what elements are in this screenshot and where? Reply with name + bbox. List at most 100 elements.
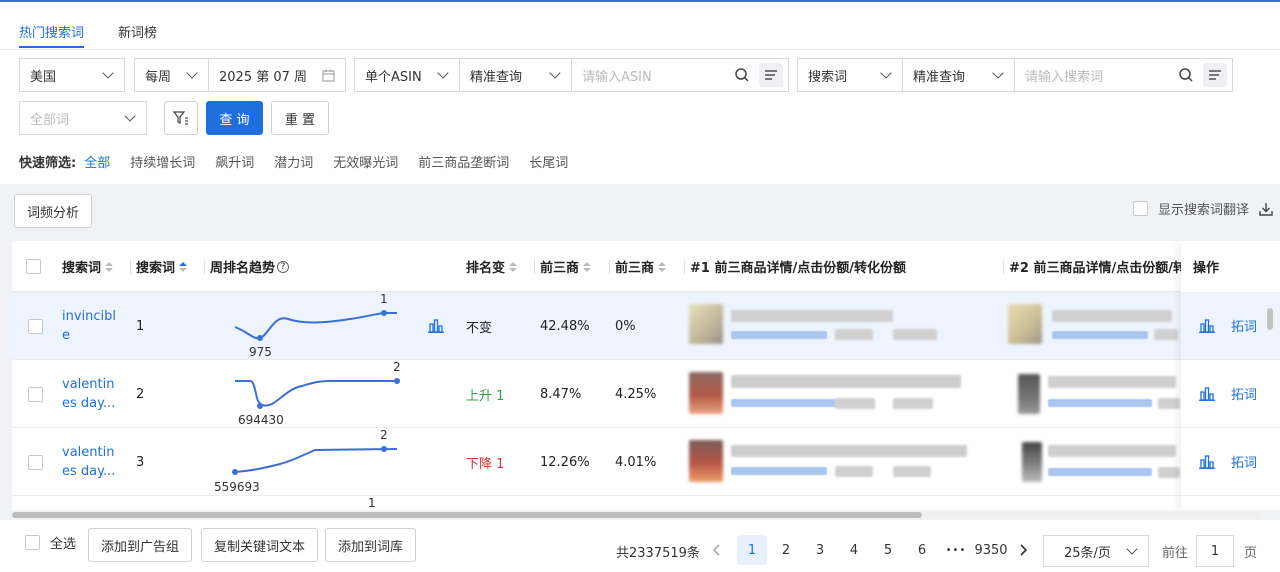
- chevron-down-icon: [549, 67, 561, 79]
- quick-filter-invalid-exposure[interactable]: 无效曝光词: [333, 152, 398, 171]
- chevron-down-icon: [437, 67, 449, 79]
- help-icon[interactable]: ?: [277, 260, 290, 273]
- asin-input[interactable]: 请输入ASIN: [571, 58, 789, 92]
- term-match-select[interactable]: 精准查询: [902, 58, 1015, 92]
- week-picker[interactable]: 2025 第 07 周: [208, 58, 346, 92]
- row-checkbox[interactable]: [28, 428, 43, 496]
- search-term-link[interactable]: valentines day...: [62, 375, 122, 413]
- batch-input-button[interactable]: [759, 63, 783, 87]
- trend-chart-button[interactable]: [428, 292, 444, 360]
- add-to-ad-group-button[interactable]: 添加到广告组: [88, 528, 193, 562]
- top2-product-detail[interactable]: [1008, 440, 1181, 486]
- advanced-filter-button[interactable]: [164, 101, 198, 135]
- country-select[interactable]: 美国: [19, 58, 125, 92]
- top2-product-detail[interactable]: [1008, 304, 1181, 350]
- row-checkbox[interactable]: [28, 360, 43, 428]
- quick-filter-top3-monopoly[interactable]: 前三商品垄断词: [418, 152, 509, 171]
- term-mode-value: 搜索词: [808, 69, 848, 85]
- page-button[interactable]: 6: [907, 535, 937, 565]
- search-term-link[interactable]: invincible: [62, 307, 122, 345]
- sort-icon[interactable]: [583, 261, 592, 272]
- batch-input-button[interactable]: [1203, 63, 1227, 87]
- row-checkbox[interactable]: [28, 292, 43, 360]
- chevron-left-icon[interactable]: [712, 544, 722, 556]
- col-term-rank-label: 搜索词: [136, 261, 176, 276]
- download-icon[interactable]: [1259, 202, 1273, 216]
- col-term-rank[interactable]: 搜索词: [130, 241, 188, 292]
- vertical-scrollbar-thumb[interactable]: [1267, 308, 1273, 330]
- table-row[interactable]: valentines day... 2 694430 2 上升 1 8.47% …: [12, 360, 1280, 428]
- period-select[interactable]: 每周: [134, 58, 209, 92]
- chevron-right-icon[interactable]: [1018, 544, 1028, 556]
- word-frequency-button[interactable]: 词频分析: [14, 194, 92, 228]
- table-row[interactable]: valentines day... 3 559693 2 下降 1 12.26%…: [12, 428, 1280, 496]
- translation-checkbox[interactable]: [1133, 201, 1148, 216]
- bar-chart-icon[interactable]: [1199, 454, 1215, 469]
- asin-mode-value: 单个ASIN: [365, 69, 422, 85]
- top1-product-detail[interactable]: [689, 372, 979, 418]
- term-category-select[interactable]: 全部词: [19, 101, 147, 135]
- horizontal-scrollbar[interactable]: [12, 512, 1262, 518]
- quick-filter-soaring[interactable]: 飙升词: [215, 152, 254, 171]
- quick-filter-growing[interactable]: 持续增长词: [130, 152, 195, 171]
- select-all-checkbox[interactable]: [25, 535, 40, 550]
- top2-product-detail[interactable]: [1008, 372, 1181, 418]
- col-top3-click-label: 前三商: [540, 261, 580, 276]
- quick-filter-label: 快速筛选:: [19, 156, 77, 171]
- term-mode-select[interactable]: 搜索词: [797, 58, 903, 92]
- bar-chart-icon[interactable]: [1199, 318, 1215, 333]
- page-button-last[interactable]: 9350: [972, 535, 1010, 565]
- goto-page-input[interactable]: 1: [1196, 535, 1234, 567]
- tab-divider: [0, 49, 1280, 50]
- tab-new-terms[interactable]: 新词榜: [118, 22, 157, 48]
- horizontal-scrollbar-thumb[interactable]: [12, 512, 922, 518]
- asin-mode-select[interactable]: 单个ASIN: [354, 58, 460, 92]
- add-to-library-button[interactable]: 添加到词库: [325, 528, 417, 562]
- expand-keyword-link[interactable]: 拓词: [1231, 316, 1257, 335]
- select-all[interactable]: 全选: [25, 533, 76, 552]
- query-button[interactable]: 查 询: [206, 101, 263, 135]
- asin-match-select[interactable]: 精准查询: [459, 58, 572, 92]
- vertical-scrollbar[interactable]: [1267, 296, 1273, 506]
- page-size-select[interactable]: 25条/页: [1043, 535, 1149, 567]
- sort-icon[interactable]: [509, 261, 518, 272]
- copy-keywords-button[interactable]: 复制关键词文本: [201, 528, 319, 562]
- col-top3-click[interactable]: 前三商: [534, 241, 592, 292]
- page-button[interactable]: 5: [873, 535, 903, 565]
- tab-bar: 热门搜索词 新词榜: [19, 22, 157, 48]
- translation-toggle[interactable]: 显示搜索词翻译: [1133, 199, 1273, 218]
- quick-filter-long-tail[interactable]: 长尾词: [529, 152, 568, 171]
- expand-keyword-link[interactable]: 拓词: [1231, 452, 1257, 471]
- expand-keyword-link[interactable]: 拓词: [1231, 384, 1257, 403]
- page-ellipsis[interactable]: •••: [941, 535, 971, 565]
- col-search-term[interactable]: 搜索词: [62, 241, 114, 292]
- page-button[interactable]: 2: [771, 535, 801, 565]
- top1-product-detail[interactable]: [689, 440, 979, 486]
- rank-change: 上升 1: [466, 388, 505, 404]
- top1-product-detail[interactable]: [689, 304, 979, 350]
- select-all-checkbox-header[interactable]: [26, 241, 41, 292]
- page-button[interactable]: 1: [737, 535, 767, 565]
- search-term-link[interactable]: valentines day...: [62, 443, 122, 481]
- tab-hot-terms[interactable]: 热门搜索词: [19, 22, 85, 48]
- reset-button[interactable]: 重 置: [271, 101, 329, 135]
- goto-label: 前往: [1162, 546, 1189, 561]
- quick-filter-all[interactable]: 全部: [84, 152, 110, 171]
- asin-placeholder: 请输入ASIN: [582, 69, 652, 85]
- page-button[interactable]: 4: [839, 535, 869, 565]
- sort-icon[interactable]: [658, 261, 667, 272]
- search-icon[interactable]: [734, 67, 750, 83]
- search-icon[interactable]: [1178, 67, 1194, 83]
- sort-icon[interactable]: [179, 261, 188, 272]
- bar-chart-icon[interactable]: [1199, 386, 1215, 401]
- sort-icon[interactable]: [105, 261, 114, 272]
- col-top3-conv[interactable]: 前三商: [609, 241, 667, 292]
- col-search-term-label: 搜索词: [62, 261, 102, 276]
- table-row[interactable]: invincible 1 975 1 不变 42.48% 0%: [12, 292, 1280, 360]
- translation-label: 显示搜索词翻译: [1158, 203, 1250, 218]
- page-button[interactable]: 3: [805, 535, 835, 565]
- col-rank-change[interactable]: 排名变: [466, 241, 518, 292]
- top3-click-share: 8.47%: [540, 386, 582, 402]
- quick-filter-potential[interactable]: 潜力词: [274, 152, 313, 171]
- term-input[interactable]: 请输入搜索词: [1014, 58, 1233, 92]
